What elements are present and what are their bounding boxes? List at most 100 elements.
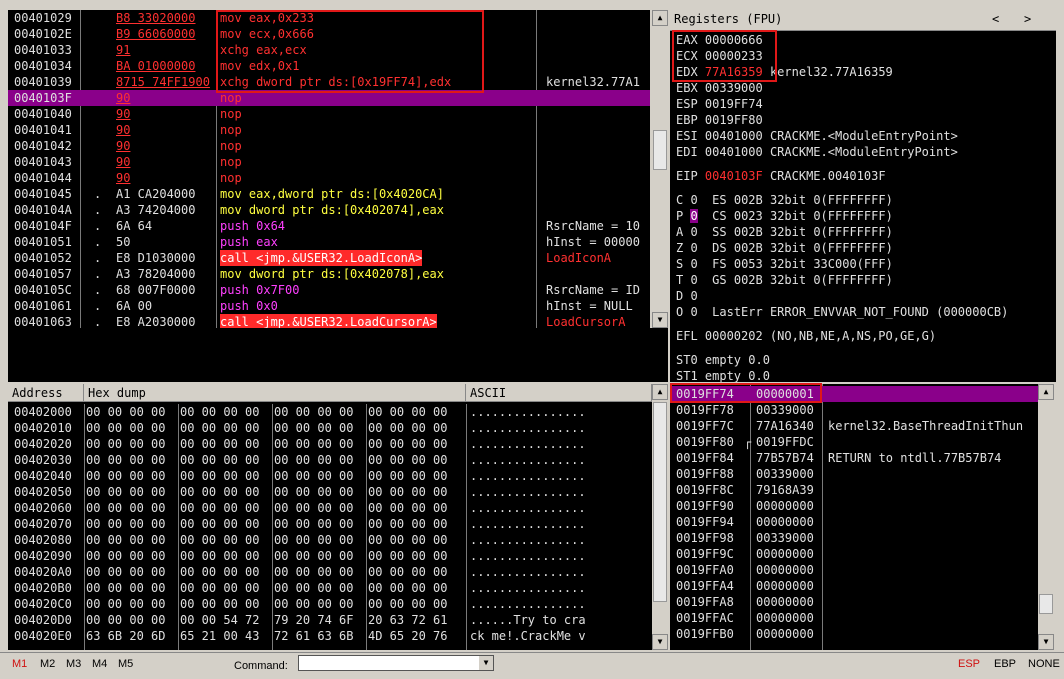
dump-hex-group[interactable]: 00 00 00 00 bbox=[86, 548, 178, 564]
disasm-row[interactable]: 00401034 BA 01000000 mov edx,0x1 bbox=[8, 58, 650, 74]
register-row-ecx[interactable]: ECX 00000233 bbox=[676, 48, 770, 64]
stack-row[interactable]: 0019FFA8 00000000 bbox=[670, 594, 1038, 610]
disasm-row[interactable]: 00401063. E8 A2030000 call <jmp.&USER32.Lo… bbox=[8, 314, 650, 328]
dump-hex-group[interactable]: 00 00 00 00 bbox=[86, 564, 178, 580]
scroll-up-button[interactable]: ▲ bbox=[1038, 384, 1054, 400]
dump-hex-group[interactable]: 00 00 00 00 bbox=[274, 404, 366, 420]
disasm-row[interactable]: 0040102E B9 66060000 mov ecx,0x666 bbox=[8, 26, 650, 42]
dump-hex-group[interactable]: 00 00 00 00 bbox=[86, 404, 178, 420]
register-row-ebp[interactable]: EBP 0019FF80 bbox=[676, 112, 770, 128]
dump-hex-group[interactable]: 72 61 63 6B bbox=[274, 628, 366, 644]
fpu-st0-row[interactable]: ST0 empty 0.0 bbox=[676, 352, 770, 368]
command-dropdown-arrow-icon[interactable]: ▼ bbox=[479, 656, 493, 670]
disasm-row[interactable]: 00401044 90 nop bbox=[8, 170, 650, 186]
dump-hex-group[interactable]: 00 00 00 00 bbox=[274, 580, 366, 596]
stack-row[interactable]: 0019FF98 00339000 bbox=[670, 530, 1038, 546]
dump-hex-group[interactable]: 00 00 00 00 bbox=[368, 532, 460, 548]
dump-hex-group[interactable]: 00 00 00 00 bbox=[368, 404, 460, 420]
scroll-thumb[interactable] bbox=[653, 402, 667, 602]
dump-hex-group[interactable]: 00 00 00 00 bbox=[180, 532, 272, 548]
registers-next-button[interactable]: > bbox=[1024, 12, 1031, 26]
dump-header-ascii[interactable]: ASCII bbox=[466, 384, 652, 402]
dump-hex-group[interactable]: 00 00 00 00 bbox=[86, 500, 178, 516]
dump-row[interactable]: 004020A0 00 00 00 00 00 00 00 00 00 00 00 0… bbox=[8, 564, 652, 580]
register-row-esp[interactable]: ESP 0019FF74 bbox=[676, 96, 770, 112]
tab-m3[interactable]: M3 bbox=[66, 653, 81, 675]
scroll-down-button[interactable]: ▼ bbox=[652, 634, 668, 650]
dump-row[interactable]: 004020D0 00 00 00 00 00 00 54 72 79 20 74 6… bbox=[8, 612, 652, 628]
dump-hex-group[interactable]: 00 00 00 00 bbox=[86, 596, 178, 612]
disasm-row[interactable]: 00401051. 50 push eax hInst = 00000 bbox=[8, 234, 650, 250]
dump-ascii[interactable]: ................ bbox=[470, 548, 650, 564]
dump-hex-group[interactable]: 00 00 00 00 bbox=[86, 436, 178, 452]
dump-row[interactable]: 00402060 00 00 00 00 00 00 00 00 00 00 00 0… bbox=[8, 500, 652, 516]
dump-hex-group[interactable]: 00 00 00 00 bbox=[368, 596, 460, 612]
dump-row[interactable]: 00402000 00 00 00 00 00 00 00 00 00 00 00 0… bbox=[8, 404, 652, 420]
dump-hex-group[interactable]: 00 00 00 00 bbox=[86, 532, 178, 548]
stack-row[interactable]: 0019FF78 00339000 bbox=[670, 402, 1038, 418]
stack-row[interactable]: 0019FF9C 00000000 bbox=[670, 546, 1038, 562]
flag-value[interactable]: 0 bbox=[690, 305, 697, 319]
flag-value[interactable]: 0 bbox=[690, 193, 697, 207]
dump-hex-group[interactable]: 00 00 00 00 bbox=[86, 612, 178, 628]
register-value[interactable]: 00401000 bbox=[705, 145, 763, 159]
fpu-st1-row[interactable]: ST1 empty 0.0 bbox=[676, 368, 770, 382]
disasm-row[interactable]: 00401043 90 nop bbox=[8, 154, 650, 170]
stack-value[interactable]: 77B57B74 bbox=[756, 450, 820, 466]
dump-hex-group[interactable]: 00 00 00 00 bbox=[274, 548, 366, 564]
stack-row[interactable]: 0019FFA0 00000000 bbox=[670, 562, 1038, 578]
dump-ascii[interactable]: ................ bbox=[470, 580, 650, 596]
register-value[interactable]: 0040103F bbox=[705, 169, 763, 183]
dump-ascii[interactable]: ................ bbox=[470, 484, 650, 500]
dump-ascii[interactable]: ................ bbox=[470, 596, 650, 612]
flag-row[interactable]: D 0 bbox=[676, 288, 727, 304]
dump-hex-group[interactable]: 00 00 00 00 bbox=[274, 516, 366, 532]
dump-hex-group[interactable]: 00 00 00 00 bbox=[368, 452, 460, 468]
disasm-row[interactable]: 00401040 90 nop bbox=[8, 106, 650, 122]
stack-row[interactable]: 0019FF74 00000001 bbox=[670, 386, 1038, 402]
dump-ascii[interactable]: ................ bbox=[470, 564, 650, 580]
register-value[interactable]: 00000233 bbox=[705, 49, 763, 63]
register-row-edx[interactable]: EDX 77A16359 kernel32.77A16359 bbox=[676, 64, 893, 80]
stack-scrollbar[interactable]: ▲ ▼ bbox=[1038, 384, 1056, 650]
stack-value[interactable]: 00000000 bbox=[756, 578, 820, 594]
register-row-ebx[interactable]: EBX 00339000 bbox=[676, 80, 770, 96]
dump-ascii[interactable]: ................ bbox=[470, 436, 650, 452]
stack-row[interactable]: 0019FF94 00000000 bbox=[670, 514, 1038, 530]
status-none[interactable]: NONE bbox=[1028, 653, 1060, 675]
dump-row[interactable]: 00402040 00 00 00 00 00 00 00 00 00 00 00 0… bbox=[8, 468, 652, 484]
flag-value[interactable]: 0 bbox=[690, 289, 697, 303]
dump-hex-group[interactable]: 00 00 00 00 bbox=[368, 500, 460, 516]
dump-hex-group[interactable]: 00 00 00 00 bbox=[368, 436, 460, 452]
disasm-row[interactable]: 00401042 90 nop bbox=[8, 138, 650, 154]
dump-hex-group[interactable]: 00 00 54 72 bbox=[180, 612, 272, 628]
dump-hex-group[interactable]: 65 21 00 43 bbox=[180, 628, 272, 644]
dump-row[interactable]: 00402080 00 00 00 00 00 00 00 00 00 00 00 0… bbox=[8, 532, 652, 548]
tab-m5[interactable]: M5 bbox=[118, 653, 133, 675]
dump-ascii[interactable]: ................ bbox=[470, 404, 650, 420]
stack-row[interactable]: 0019FFAC 00000000 bbox=[670, 610, 1038, 626]
dump-hex-group[interactable]: 00 00 00 00 bbox=[86, 516, 178, 532]
disassembly-scrollbar[interactable]: ▲ ▼ bbox=[652, 10, 668, 328]
dump-ascii[interactable]: ......Try to cra bbox=[470, 612, 650, 628]
dump-hex-group[interactable]: 00 00 00 00 bbox=[368, 484, 460, 500]
dump-hex-group[interactable]: 00 00 00 00 bbox=[274, 564, 366, 580]
dump-row[interactable]: 00402030 00 00 00 00 00 00 00 00 00 00 00 0… bbox=[8, 452, 652, 468]
dump-hex-group[interactable]: 00 00 00 00 bbox=[86, 452, 178, 468]
stack-row[interactable]: 0019FF80 ┌ 0019FFDC bbox=[670, 434, 1038, 450]
lasterr-row[interactable]: O 0 LastErr ERROR_ENVVAR_NOT_FOUND (0000… bbox=[676, 304, 1008, 320]
flag-row[interactable]: P 0 CS 0023 32bit 0(FFFFFFFF) bbox=[676, 208, 893, 224]
dump-hex-group[interactable]: 00 00 00 00 bbox=[274, 484, 366, 500]
dump-row[interactable]: 00402070 00 00 00 00 00 00 00 00 00 00 00 0… bbox=[8, 516, 652, 532]
register-row-edi[interactable]: EDI 00401000 CRACKME.<ModuleEntryPoint> bbox=[676, 144, 958, 160]
dump-ascii[interactable]: ................ bbox=[470, 516, 650, 532]
dump-row[interactable]: 00402050 00 00 00 00 00 00 00 00 00 00 00 0… bbox=[8, 484, 652, 500]
stack-row[interactable]: 0019FF84 77B57B74 RETURN to ntdll.77B57B74 bbox=[670, 450, 1038, 466]
dump-hex-group[interactable]: 00 00 00 00 bbox=[180, 452, 272, 468]
disasm-row[interactable]: 00401041 90 nop bbox=[8, 122, 650, 138]
registers-prev-button[interactable]: < bbox=[992, 12, 999, 26]
dump-hex-group[interactable]: 00 00 00 00 bbox=[180, 404, 272, 420]
stack-value[interactable]: 0019FFDC bbox=[756, 434, 820, 450]
flag-row[interactable]: C 0 ES 002B 32bit 0(FFFFFFFF) bbox=[676, 192, 893, 208]
disasm-row[interactable]: 0040104F. 6A 64 push 0x64 RsrcName = 10 bbox=[8, 218, 650, 234]
